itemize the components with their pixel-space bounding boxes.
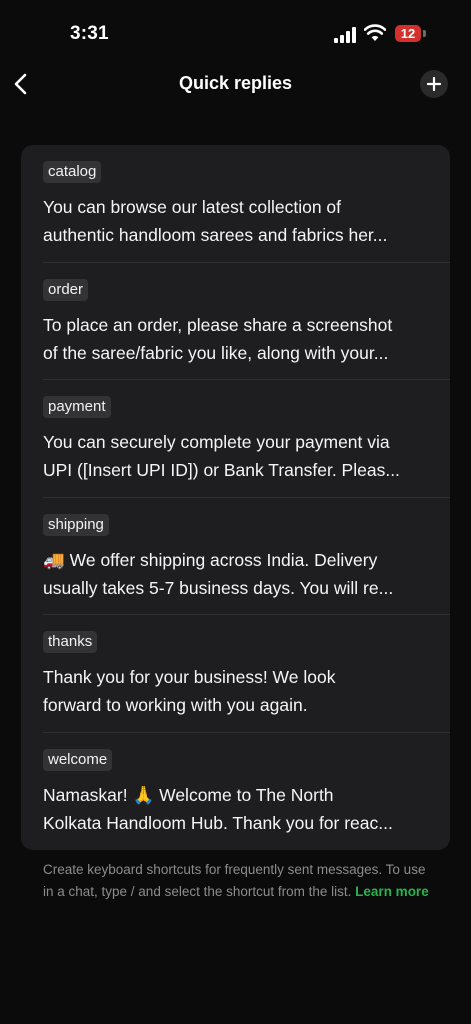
add-quick-reply-button[interactable] bbox=[420, 70, 448, 98]
reply-message-line: Kolkata Handloom Hub. Thank you for reac… bbox=[43, 812, 393, 833]
quick-reply-payment[interactable]: payment You can securely complete your p… bbox=[21, 380, 450, 498]
quick-reply-thanks[interactable]: thanks Thank you for your business! We l… bbox=[21, 615, 450, 733]
reply-message-line: Thank you for your business! We look bbox=[43, 667, 336, 687]
battery-level: 12 bbox=[400, 26, 416, 41]
shortcut-chip: catalog bbox=[43, 161, 102, 183]
learn-more-link[interactable]: Learn more bbox=[355, 884, 429, 899]
shortcut-chip: order bbox=[43, 278, 89, 301]
reply-message-line: Namaskar! 🙏 Welcome to The North bbox=[43, 784, 334, 805]
reply-message-line: You can browse our latest collection of bbox=[43, 197, 342, 217]
quick-replies-list: catalog You can browse our latest collec… bbox=[21, 145, 450, 850]
reply-message: To place an order, please share a screen… bbox=[43, 311, 428, 367]
reply-message: You can browse our latest collection of … bbox=[43, 193, 428, 249]
reply-message-line: usually takes 5-7 business days. You wil… bbox=[43, 577, 394, 598]
quick-reply-welcome[interactable]: welcome Namaskar! 🙏 Welcome to The North… bbox=[21, 733, 450, 851]
shortcut-chip: thanks bbox=[43, 631, 98, 653]
reply-message-line: 🚚 We offer shipping across India. Delive… bbox=[43, 549, 378, 570]
reply-message-line: You can securely complete your payment v… bbox=[43, 432, 390, 452]
reply-message-line: forward to working with you again. bbox=[43, 695, 308, 715]
quick-reply-order[interactable]: order To place an order, please share a … bbox=[21, 263, 450, 380]
page-title: Quick replies bbox=[178, 73, 293, 93]
quick-reply-shipping[interactable]: shipping 🚚 We offer shipping across Indi… bbox=[21, 498, 450, 615]
plus-icon bbox=[427, 77, 441, 91]
reply-message: 🚚 We offer shipping across India. Delive… bbox=[43, 546, 428, 602]
reply-message-line: authentic handloom sarees and fabrics he… bbox=[43, 225, 388, 245]
reply-message-line: To place an order, please share a screen… bbox=[43, 314, 393, 335]
cellular-signal-icon bbox=[334, 27, 356, 43]
footer-help-text: Create keyboard shortcuts for frequently… bbox=[43, 859, 433, 903]
quick-reply-catalog[interactable]: catalog You can browse our latest collec… bbox=[21, 145, 450, 263]
wifi-icon bbox=[364, 24, 386, 41]
battery-icon: 12 bbox=[395, 25, 426, 42]
reply-message-line: of the saree/fabric you like, along with… bbox=[43, 342, 389, 363]
reply-message-line: UPI ([Insert UPI ID]) or Bank Transfer. … bbox=[43, 460, 400, 480]
shortcut-chip: payment bbox=[43, 396, 111, 418]
reply-message: Namaskar! 🙏 Welcome to The North Kolkata… bbox=[43, 781, 428, 837]
reply-message: You can securely complete your payment v… bbox=[43, 428, 428, 484]
reply-message: Thank you for your business! We look for… bbox=[43, 663, 428, 719]
shortcut-chip: shipping bbox=[43, 513, 109, 536]
shortcut-chip: welcome bbox=[43, 748, 113, 771]
status-bar: 3:31 12 bbox=[0, 0, 471, 70]
status-time: 3:31 bbox=[70, 23, 109, 44]
